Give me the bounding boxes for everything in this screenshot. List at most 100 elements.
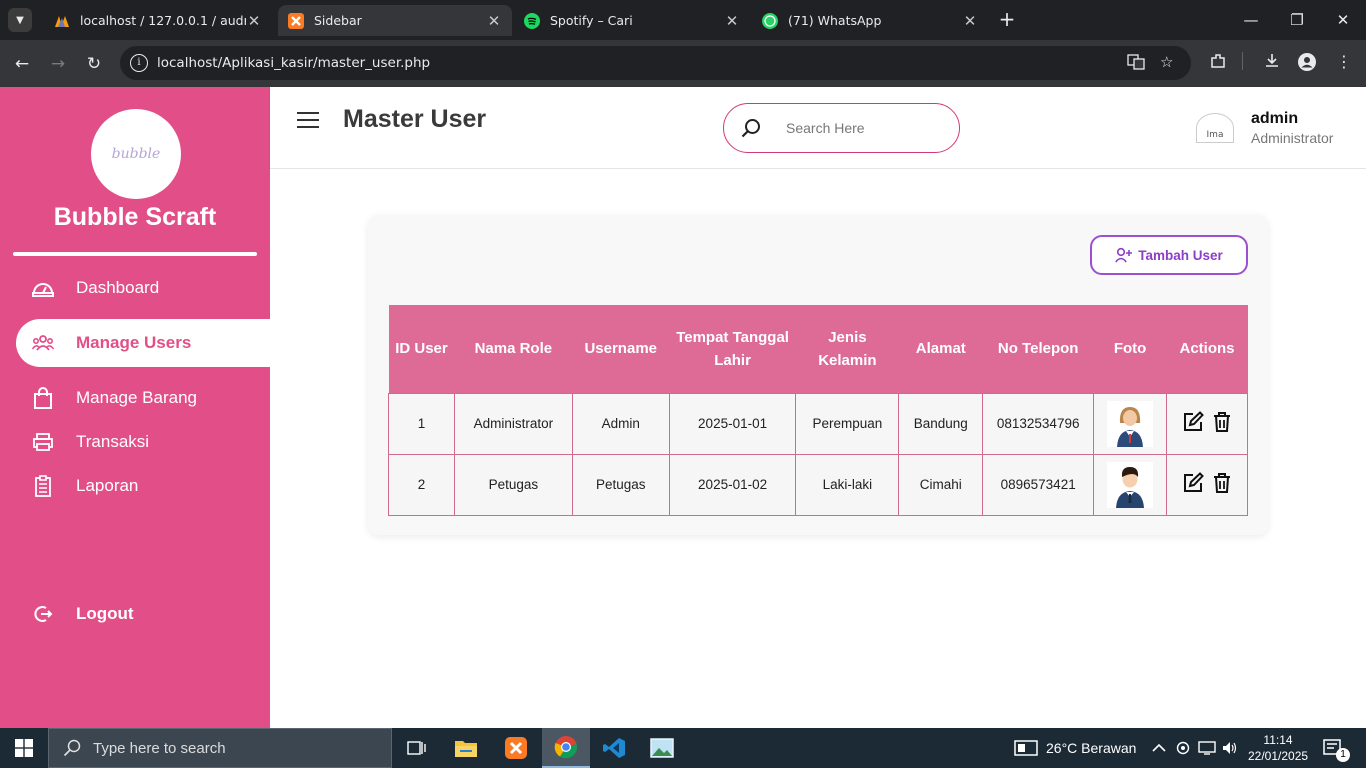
system-clock[interactable]: 11:14 22/01/2025: [1248, 732, 1308, 764]
menu-kebab-icon[interactable]: ⋮: [1336, 52, 1352, 71]
bookmark-star-icon[interactable]: ☆: [1160, 53, 1173, 71]
report-icon: [32, 475, 54, 497]
cell-username: Admin: [571, 392, 670, 455]
new-tab-button[interactable]: +: [995, 8, 1019, 32]
search-box[interactable]: [723, 103, 960, 153]
logout-label: Logout: [76, 604, 134, 623]
browser-tab-bar: ▼ localhost / 127.0.0.1 / audri_kas ✕ Si…: [0, 0, 1366, 40]
file-explorer-icon[interactable]: [442, 728, 490, 768]
site-info-icon[interactable]: i: [130, 54, 148, 72]
sidebar-item-label: Transaksi: [76, 432, 150, 451]
users-card: Tambah User ID User Nama Role Username T…: [368, 215, 1268, 535]
chrome-taskbar-icon[interactable]: [542, 728, 590, 768]
main-content: Tambah User ID User Nama Role Username T…: [270, 169, 1366, 728]
forward-button[interactable]: →: [46, 52, 70, 76]
minimize-button[interactable]: —: [1228, 6, 1274, 34]
cell-role: Petugas: [453, 453, 573, 516]
table-row: 2 Petugas Petugas 2025-01-02 Laki-laki C…: [388, 453, 1248, 516]
cell-alamat: Bandung: [898, 392, 984, 455]
sidebar-item-manage-users[interactable]: Manage Users: [16, 319, 270, 367]
weather-icon: [1014, 740, 1038, 756]
avatar[interactable]: Ima: [1196, 113, 1234, 143]
sidebar-item-manage-barang[interactable]: Manage Barang: [16, 374, 270, 422]
edit-icon[interactable]: [1182, 472, 1204, 494]
cell-foto: [1093, 392, 1168, 455]
delete-icon[interactable]: [1212, 472, 1232, 494]
extensions-icon[interactable]: [1209, 52, 1227, 74]
notification-center[interactable]: 1: [1322, 728, 1350, 768]
notification-badge: 1: [1336, 748, 1350, 762]
hamburger-menu-icon[interactable]: [297, 112, 319, 128]
tab-search-button[interactable]: ▼: [8, 8, 32, 32]
cell-gender: Laki-laki: [795, 453, 900, 516]
browser-tab[interactable]: Spotify – Cari ✕: [514, 5, 750, 36]
close-icon[interactable]: ✕: [962, 12, 978, 30]
network-icon[interactable]: [1198, 728, 1216, 768]
vscode-taskbar-icon[interactable]: [590, 728, 638, 768]
column-header: Alamat: [898, 305, 983, 393]
translate-icon[interactable]: [1127, 53, 1145, 75]
column-header: Tempat Tanggal Lahir: [669, 305, 796, 393]
cell-id: 1: [388, 392, 455, 455]
sidebar-item-logout[interactable]: Logout: [16, 590, 270, 638]
sidebar-item-laporan[interactable]: Laporan: [16, 462, 270, 510]
column-header: No Telepon: [982, 305, 1094, 393]
spotify-icon: [524, 12, 540, 29]
phpmyadmin-icon: [54, 13, 70, 29]
close-icon[interactable]: ✕: [246, 12, 262, 30]
profile-icon[interactable]: [1297, 52, 1317, 76]
cell-telepon: 08132534796: [982, 392, 1095, 455]
download-icon[interactable]: [1263, 52, 1281, 74]
user-photo-female: [1107, 400, 1154, 447]
toolbar-divider: [1242, 52, 1243, 70]
sidebar-item-dashboard[interactable]: Dashboard: [16, 264, 270, 312]
tab-title: Spotify – Cari: [550, 13, 633, 28]
browser-tab[interactable]: localhost / 127.0.0.1 / audri_kas ✕: [44, 5, 272, 36]
divider: [13, 252, 257, 256]
delete-icon[interactable]: [1212, 411, 1232, 433]
taskbar-search-box[interactable]: Type here to search: [48, 728, 392, 768]
cell-ttl: 2025-01-02: [668, 453, 797, 516]
reload-button[interactable]: ↻: [82, 52, 106, 76]
weather-widget[interactable]: 26°C Berawan: [1014, 728, 1136, 768]
clock-date: 22/01/2025: [1248, 749, 1309, 763]
address-bar[interactable]: i localhost/Aplikasi_kasir/master_user.p…: [120, 46, 1191, 80]
sidebar: bubble Bubble Scraft Dashboard Manage Us…: [0, 87, 270, 728]
restore-button[interactable]: ❐: [1274, 6, 1320, 34]
search-icon: [63, 739, 81, 757]
meet-now-icon[interactable]: [1176, 728, 1190, 768]
add-user-label: Tambah User: [1138, 247, 1223, 263]
add-user-button[interactable]: Tambah User: [1090, 235, 1248, 275]
back-button[interactable]: ←: [10, 52, 34, 76]
cell-id: 2: [388, 453, 455, 516]
close-icon[interactable]: ✕: [486, 12, 502, 30]
cell-actions: [1166, 392, 1248, 455]
table-header-row: ID User Nama Role Username Tempat Tangga…: [388, 305, 1248, 393]
sidebar-item-label: Laporan: [76, 476, 139, 495]
column-header: Username: [572, 305, 670, 393]
user-name: admin: [1251, 110, 1299, 127]
browser-tab[interactable]: (71) WhatsApp ✕: [752, 5, 988, 36]
photos-taskbar-icon[interactable]: [638, 728, 686, 768]
cell-role: Administrator: [453, 392, 573, 455]
shopping-bag-icon: [32, 387, 54, 409]
url-text[interactable]: localhost/Aplikasi_kasir/master_user.php: [157, 55, 430, 71]
column-header: ID User: [388, 305, 455, 393]
volume-icon[interactable]: [1222, 728, 1238, 768]
search-input[interactable]: [786, 118, 936, 138]
windows-start-button[interactable]: [0, 728, 48, 768]
xampp-taskbar-icon[interactable]: [492, 728, 540, 768]
show-hidden-icons[interactable]: [1152, 728, 1166, 768]
users-table: ID User Nama Role Username Tempat Tangga…: [388, 305, 1248, 516]
logo-text: bubble: [111, 146, 161, 162]
browser-tab-active[interactable]: Sidebar ✕: [278, 5, 512, 36]
sidebar-item-transaksi[interactable]: Transaksi: [16, 418, 270, 466]
user-role: Administrator: [1251, 130, 1334, 146]
brand-logo: bubble: [91, 109, 181, 199]
edit-icon[interactable]: [1182, 411, 1204, 433]
cell-gender: Perempuan: [795, 392, 900, 455]
close-icon[interactable]: ✕: [724, 12, 740, 30]
close-window-button[interactable]: ✕: [1320, 6, 1366, 34]
task-view-icon[interactable]: [392, 728, 440, 768]
weather-text: 26°C Berawan: [1046, 740, 1137, 756]
